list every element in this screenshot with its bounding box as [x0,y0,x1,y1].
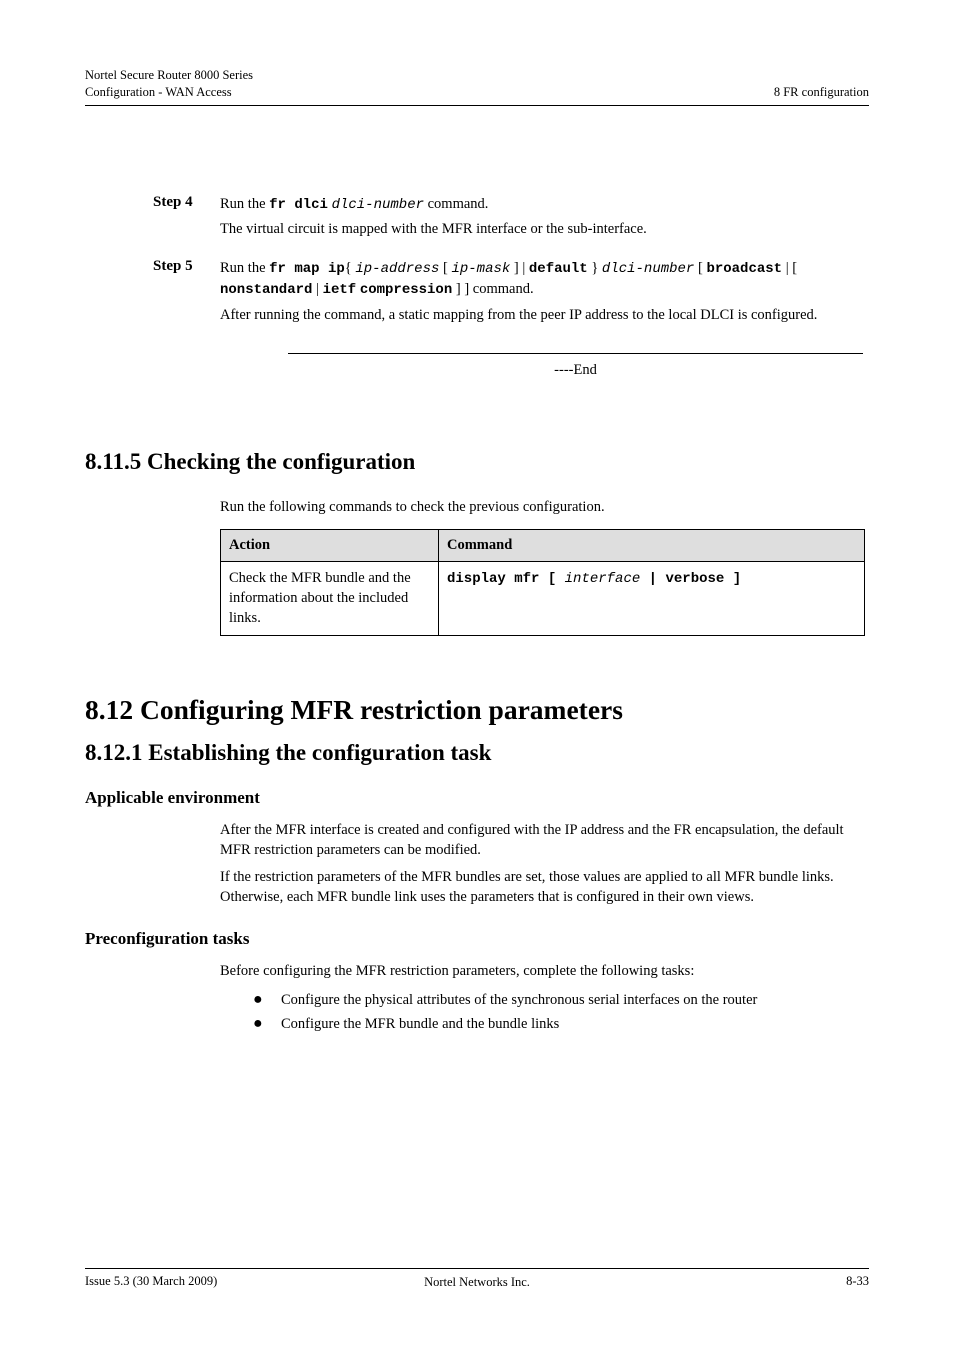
td-command: display mfr [ interface | verbose ] [439,562,865,636]
heading-8-11-5: 8.11.5 Checking the configuration [85,449,869,475]
tbl-b: verbose [665,571,724,587]
step-5-cmd: fr map ip [269,261,345,277]
step-5-ip: ip-address [355,261,439,277]
td-action: Check the MFR bundle and the information… [221,562,439,636]
footer-issue: Issue 5.3 (30 March 2009) [85,1274,225,1290]
step-5-label: Step 5 [85,258,220,325]
bullet-icon: ● [253,1012,281,1037]
step-5-opt2b: ietf [323,282,357,298]
step-5-default: default [529,261,588,277]
preconfig-intro: Before configuring the MFR restriction p… [220,961,869,981]
step-4-arg: dlci-number [332,197,424,213]
step-5-opt2c: compression [360,282,452,298]
step-5-b1: { [345,260,356,276]
step-5-body: Run the fr map ip{ ip-address [ ip-mask … [220,258,869,325]
step-5-tail: command. [469,281,533,297]
table-row: Check the MFR bundle and the information… [221,562,865,636]
env-p1: After the MFR interface is created and c… [220,820,869,861]
header-left: Nortel Secure Router 8000 Series Configu… [85,67,253,101]
intro-8-11-5: Run the following commands to check the … [220,497,869,517]
tbl-s: | [640,571,665,587]
step-4-cmd: fr dlci [269,197,328,213]
list-item: ● Configure the physical attributes of t… [253,988,869,1013]
tbl-o: [ [539,571,564,587]
page-header: Nortel Secure Router 8000 Series Configu… [85,67,869,106]
header-product: Nortel Secure Router 8000 Series [85,67,253,84]
header-right: 8 FR configuration [774,67,869,101]
step-5-opt2a: nonstandard [220,282,312,298]
step-5-b4: } [588,260,602,276]
heading-8-12-1: 8.12.1 Establishing the configuration ta… [85,740,869,766]
step-4-desc: The virtual circuit is mapped with the M… [220,219,869,239]
tbl-c: ] [724,571,741,587]
command-table: Action Command Check the MFR bundle and … [220,529,865,636]
tbl-a: interface [565,571,641,587]
tbl-cmd: display mfr [447,571,539,587]
list-item: ● Configure the MFR bundle and the bundl… [253,1012,869,1037]
heading-8-12: 8.12 Configuring MFR restriction paramet… [85,694,869,726]
end-separator [288,353,863,354]
env-p2: If the restriction parameters of the MFR… [220,867,869,908]
th-command: Command [439,530,865,562]
preconfig-list: ● Configure the physical attributes of t… [253,988,869,1038]
step-5-dlci: dlci-number [602,261,694,277]
step-5-b6: | [ [782,260,797,276]
step-5: Step 5 Run the fr map ip{ ip-address [ i… [85,258,869,325]
page-footer: Issue 5.3 (30 March 2009) Nortel Network… [85,1268,869,1290]
step-5-b7: | [312,281,322,297]
step-4-label: Step 4 [85,194,220,240]
bullet-1: Configure the physical attributes of the… [281,989,757,1011]
step-5-run: Run the [220,260,269,276]
header-blank [774,67,869,84]
step-4-suffix: command. [424,196,488,212]
step-5-desc: After running the command, a static mapp… [220,305,869,325]
bullet-2: Configure the MFR bundle and the bundle … [281,1013,559,1035]
header-chapter: 8 FR configuration [774,84,869,101]
end-text: ----End [288,362,863,379]
th-action: Action [221,530,439,562]
bullet-icon: ● [253,988,281,1013]
footer-company: Nortel Networks Inc. [225,1274,729,1290]
preconfig-head: Preconfiguration tasks [85,929,869,949]
step-5-opt1: broadcast [706,261,782,277]
step-5-b3: ] | [510,260,529,276]
step-4: Step 4 Run the fr dlci dlci-number comma… [85,194,869,240]
step-5-mask: ip-mask [451,261,510,277]
step-4-run: Run the [220,196,269,212]
step-5-b2: [ [439,260,451,276]
header-subtitle: Configuration - WAN Access [85,84,253,101]
step-5-b5: [ [694,260,706,276]
footer-page-number: 8-33 [729,1274,869,1290]
applicable-environment-head: Applicable environment [85,788,869,808]
step-5-b8: ] ] [452,281,469,297]
step-4-body: Run the fr dlci dlci-number command. The… [220,194,869,240]
